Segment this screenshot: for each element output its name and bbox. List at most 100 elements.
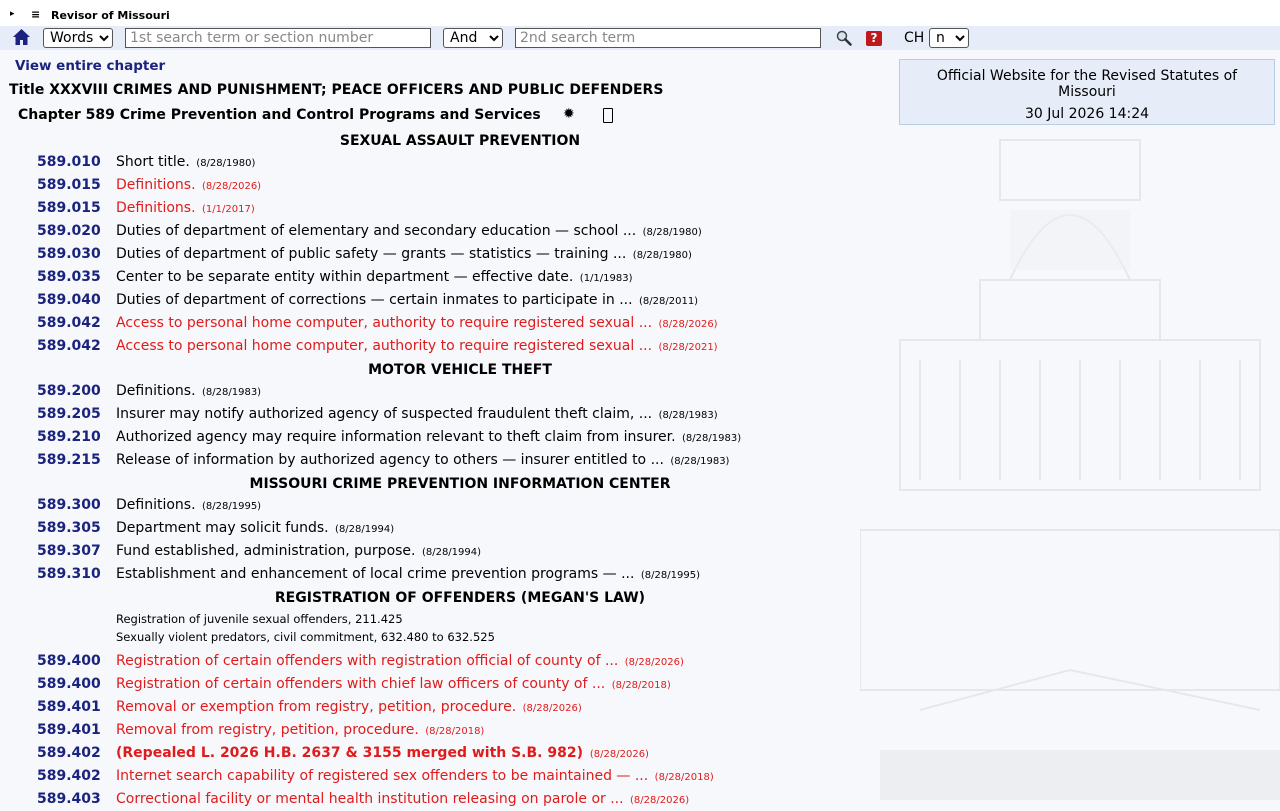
section-title[interactable]: Definitions. (116, 497, 196, 513)
capitol-background-image (860, 139, 1280, 800)
section-description[interactable]: Registration of certain offenders with r… (116, 653, 684, 669)
section-number-link[interactable]: 589.403 (37, 791, 101, 807)
section-number-link[interactable]: 589.400 (37, 676, 101, 692)
section-number-link[interactable]: 589.040 (37, 292, 101, 308)
section-title[interactable]: Release of information by authorized age… (116, 452, 664, 468)
section-description[interactable]: Insurer may notify authorized agency of … (116, 406, 718, 422)
section-description[interactable]: Definitions. (1/1/2017) (116, 200, 255, 216)
section-description[interactable]: Removal from registry, petition, procedu… (116, 722, 484, 738)
section-title[interactable]: Authorized agency may require informatio… (116, 429, 676, 445)
section-number-link[interactable]: 589.307 (37, 543, 101, 559)
menu-icon[interactable]: ≡ (31, 8, 40, 21)
section-title[interactable]: Removal from registry, petition, procedu… (116, 722, 419, 738)
section-number-link[interactable]: 589.215 (37, 452, 101, 468)
section-title[interactable]: Fund established, administration, purpos… (116, 543, 416, 559)
section-description[interactable]: Department may solicit funds. (8/28/1994… (116, 520, 394, 536)
section-title[interactable]: Removal or exemption from registry, peti… (116, 699, 516, 715)
section-number-link[interactable]: 589.035 (37, 269, 101, 285)
help-icon[interactable]: ? (866, 31, 882, 46)
section-title[interactable]: Access to personal home computer, author… (116, 315, 652, 331)
section-number-link[interactable]: 589.400 (37, 653, 101, 669)
section-description[interactable]: Short title. (8/28/1980) (116, 154, 255, 170)
section-number-link[interactable]: 589.042 (37, 315, 101, 331)
section-effective-date: (8/28/2026) (658, 319, 718, 330)
section-description[interactable]: Duties of department of corrections — ce… (116, 292, 698, 308)
first-search-term-input[interactable] (125, 28, 431, 48)
section-title[interactable]: Center to be separate entity within depa… (116, 269, 573, 285)
section-description[interactable]: Center to be separate entity within depa… (116, 269, 633, 285)
section-number-link[interactable]: 589.310 (37, 566, 101, 582)
section-number-link[interactable]: 589.305 (37, 520, 101, 536)
section-description[interactable]: Duties of department of elementary and s… (116, 223, 702, 239)
section-description[interactable]: Establishment and enhancement of local c… (116, 566, 700, 582)
section-title[interactable]: (Repealed L. 2026 H.B. 2637 & 3155 merge… (116, 745, 583, 761)
section-number-link[interactable]: 589.015 (37, 200, 101, 216)
section-description[interactable]: Duties of department of public safety — … (116, 246, 692, 262)
second-search-term-input[interactable] (515, 28, 821, 48)
section-number-link[interactable]: 589.300 (37, 497, 101, 513)
section-description[interactable]: Access to personal home computer, author… (116, 315, 718, 331)
section-number-link[interactable]: 589.030 (37, 246, 101, 262)
section-number-link[interactable]: 589.020 (37, 223, 101, 239)
section-title[interactable]: Definitions. (116, 383, 196, 399)
section-description[interactable]: Release of information by authorized age… (116, 452, 729, 468)
section-title[interactable]: Registration of certain offenders with c… (116, 676, 605, 692)
view-entire-chapter-link[interactable]: View entire chapter (15, 58, 165, 74)
section-description[interactable]: Access to personal home computer, author… (116, 338, 718, 354)
section-effective-date: (8/28/2026) (589, 749, 649, 760)
section-description[interactable]: Definitions. (8/28/1995) (116, 497, 261, 513)
section-number-link[interactable]: 589.205 (37, 406, 101, 422)
section-effective-date: (8/28/2018) (425, 726, 485, 737)
section-description[interactable]: Registration of certain offenders with c… (116, 676, 671, 692)
section-title[interactable]: Establishment and enhancement of local c… (116, 566, 634, 582)
section-title[interactable]: Registration of certain offenders with r… (116, 653, 618, 669)
section-effective-date: (8/28/2018) (611, 680, 671, 691)
section-number-link[interactable]: 589.401 (37, 722, 101, 738)
section-effective-date: (8/28/1980) (196, 158, 256, 169)
section-title[interactable]: Department may solicit funds. (116, 520, 329, 536)
section-description[interactable]: Fund established, administration, purpos… (116, 543, 481, 559)
home-icon[interactable] (12, 28, 31, 46)
section-description[interactable]: Internet search capability of registered… (116, 768, 714, 784)
section-number-link[interactable]: 589.015 (37, 177, 101, 193)
section-title[interactable]: Definitions. (116, 177, 196, 193)
section-title[interactable]: Insurer may notify authorized agency of … (116, 406, 652, 422)
section-effective-date: (8/28/1994) (335, 524, 395, 535)
section-effective-date: (8/28/2011) (639, 296, 699, 307)
section-effective-date: (8/28/2021) (658, 342, 718, 353)
search-operator-select[interactable]: And (443, 28, 503, 48)
section-title[interactable]: Duties of department of corrections — ce… (116, 292, 633, 308)
section-effective-date: (8/28/1983) (658, 410, 718, 421)
search-icon[interactable] (836, 30, 852, 46)
section-number-link[interactable]: 589.210 (37, 429, 101, 445)
top-bar: ▸ ≡ Revisor of Missouri (0, 0, 1280, 26)
expand-icon[interactable]: ▸ (10, 9, 15, 19)
star-icon[interactable]: ✹ (563, 106, 575, 122)
section-effective-date: (8/28/2026) (624, 657, 684, 668)
section-title[interactable]: Internet search capability of registered… (116, 768, 648, 784)
section-title[interactable]: Access to personal home computer, author… (116, 338, 652, 354)
section-description[interactable]: (Repealed L. 2026 H.B. 2637 & 3155 merge… (116, 745, 649, 761)
section-number-link[interactable]: 589.010 (37, 154, 101, 170)
section-title[interactable]: Definitions. (116, 200, 196, 216)
section-title[interactable]: Correctional facility or mental health i… (116, 791, 624, 807)
section-description[interactable]: Definitions. (8/28/1983) (116, 383, 261, 399)
site-name[interactable]: Revisor of Missouri (51, 9, 170, 22)
section-description[interactable]: Definitions. (8/28/2026) (116, 177, 261, 193)
section-description[interactable]: Removal or exemption from registry, peti… (116, 699, 582, 715)
section-effective-date: (8/28/1995) (202, 501, 262, 512)
section-number-link[interactable]: 589.401 (37, 699, 101, 715)
section-title[interactable]: Duties of department of elementary and s… (116, 223, 636, 239)
section-description[interactable]: Correctional facility or mental health i… (116, 791, 689, 807)
search-mode-select[interactable]: Words (43, 28, 113, 48)
section-number-link[interactable]: 589.042 (37, 338, 101, 354)
section-number-link[interactable]: 589.402 (37, 768, 101, 784)
document-icon[interactable] (603, 108, 613, 123)
section-title[interactable]: Short title. (116, 154, 190, 170)
section-number-link[interactable]: 589.402 (37, 745, 101, 761)
section-effective-date: (8/28/1983) (670, 456, 730, 467)
section-description[interactable]: Authorized agency may require informatio… (116, 429, 741, 445)
section-title[interactable]: Duties of department of public safety — … (116, 246, 626, 262)
chapter-select[interactable]: n (929, 28, 969, 48)
section-number-link[interactable]: 589.200 (37, 383, 101, 399)
